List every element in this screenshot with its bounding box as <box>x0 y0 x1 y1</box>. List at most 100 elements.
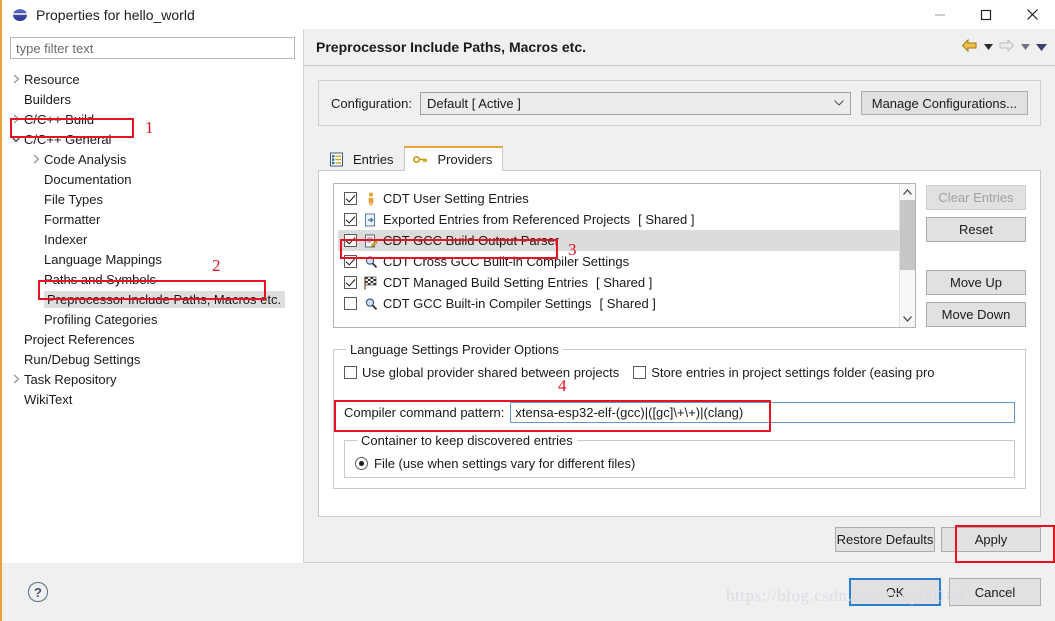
tree-item-label: Resource <box>24 71 80 87</box>
chevron-down-icon[interactable] <box>8 136 24 143</box>
restore-defaults-button[interactable]: Restore Defaults <box>835 527 935 552</box>
container-file-radio[interactable] <box>355 457 368 470</box>
provider-row[interactable]: CDT User Setting Entries <box>338 188 899 209</box>
page-title: Preprocessor Include Paths, Macros etc. <box>316 39 586 55</box>
chevron-right-icon[interactable] <box>28 154 44 164</box>
compiler-command-pattern-label: Compiler command pattern: <box>344 405 505 420</box>
provider-checkbox[interactable] <box>344 276 357 289</box>
help-question-icon[interactable]: ? <box>28 582 48 602</box>
tree-item-label: Task Repository <box>24 371 117 387</box>
provider-label: CDT GCC Built-in Compiler Settings <box>383 296 592 311</box>
page-nav-icons <box>961 38 1047 56</box>
chevron-up-icon[interactable] <box>900 184 916 200</box>
provider-checkbox[interactable] <box>344 234 357 247</box>
providers-scrollbar[interactable] <box>899 184 915 327</box>
back-dropdown-chevron-down-icon[interactable] <box>982 40 994 54</box>
provider-checkbox[interactable] <box>344 213 357 226</box>
checkered-flag-icon <box>363 275 379 291</box>
window-title: Properties for hello_world <box>36 6 195 23</box>
settings-tree[interactable]: Resource Builders C/C++ Build C/C++ General… <box>2 65 303 563</box>
forward-dropdown-chevron-down-icon[interactable] <box>1019 40 1031 54</box>
provider-row[interactable]: Exported Entries from Referenced Project… <box>338 209 899 230</box>
dialog-body: type filter text Resource Builders C/C++ B… <box>2 29 1055 563</box>
tree-item-code-analysis[interactable]: Code Analysis <box>2 149 303 169</box>
chevron-down-icon[interactable] <box>900 311 916 327</box>
tab-providers[interactable]: Providers <box>404 146 504 171</box>
provider-row[interactable]: CDT GCC Built-in Compiler Settings [ Shar… <box>338 293 899 314</box>
providers-list[interactable]: CDT User Setting Entries Exported Entries… <box>334 184 899 327</box>
back-arrow-icon[interactable] <box>961 38 978 56</box>
provider-row[interactable]: CDT Managed Build Setting Entries [ Share… <box>338 272 899 293</box>
provider-checkbox[interactable] <box>344 255 357 268</box>
tree-item-documentation[interactable]: Documentation <box>2 169 303 189</box>
providers-list-box: CDT User Setting Entries Exported Entries… <box>333 183 916 328</box>
provider-label: CDT Managed Build Setting Entries <box>383 275 588 290</box>
tab-label: Entries <box>353 152 394 167</box>
tree-item-label: Documentation <box>44 171 132 187</box>
provider-checkbox[interactable] <box>344 297 357 310</box>
export-icon <box>363 212 379 228</box>
tree-item-file-types[interactable]: File Types <box>2 189 303 209</box>
tree-item-language-mappings[interactable]: Language Mappings <box>2 249 303 269</box>
settings-tree-pane: type filter text Resource Builders C/C++ B… <box>2 29 304 563</box>
use-global-provider-label: Use global provider shared between proje… <box>362 365 620 380</box>
provider-label: CDT User Setting Entries <box>383 191 529 206</box>
tree-item-label: WikiText <box>24 391 73 407</box>
close-button[interactable] <box>1009 0 1055 29</box>
compiler-command-pattern-input[interactable]: xtensa-esp32-elf-(gcc)|([gc]\+\+)|(clang… <box>510 402 1015 423</box>
tree-item-label: Language Mappings <box>44 251 162 267</box>
tree-item-label: Profiling Categories <box>44 311 158 327</box>
manage-configurations-button[interactable]: Manage Configurations... <box>860 91 1028 115</box>
tree-item-paths-and-symbols[interactable]: Paths and Symbols <box>2 269 303 289</box>
provider-label: CDT Cross GCC Built-in Compiler Settings <box>383 254 630 269</box>
provider-row[interactable]: CDT Cross GCC Built-in Compiler Settings <box>338 251 899 272</box>
use-global-provider-checkbox[interactable] <box>344 366 357 379</box>
maximize-button[interactable] <box>963 0 1009 29</box>
minimize-button[interactable] <box>917 0 963 29</box>
container-file-radio-row[interactable]: File (use when settings vary for differe… <box>355 456 1004 471</box>
apply-button[interactable]: Apply <box>941 527 1041 552</box>
tree-item-builders[interactable]: Builders <box>2 89 303 109</box>
providers-side-buttons: Clear Entries Reset Move Up Move Down <box>926 183 1026 328</box>
tree-item-profiling-categories[interactable]: Profiling Categories <box>2 309 303 329</box>
tree-item-task-repository[interactable]: Task Repository <box>2 369 303 389</box>
tree-item-resource[interactable]: Resource <box>2 69 303 89</box>
scrollbar-thumb[interactable] <box>899 200 915 270</box>
reset-button[interactable]: Reset <box>926 217 1026 242</box>
scrollbar-track[interactable] <box>899 200 915 311</box>
eclipse-globe-icon <box>12 7 28 23</box>
tree-item-wikitext[interactable]: WikiText <box>2 389 303 409</box>
chevron-right-icon[interactable] <box>8 374 24 384</box>
filter-input[interactable]: type filter text <box>10 37 295 59</box>
move-down-button[interactable]: Move Down <box>926 302 1026 327</box>
tree-item-label: Code Analysis <box>44 151 127 167</box>
tree-item-project-references[interactable]: Project References <box>2 329 303 349</box>
tab-entries[interactable]: Entries <box>320 147 404 171</box>
tree-item-label: Project References <box>24 331 135 347</box>
tree-item-c-c-general[interactable]: C/C++ General <box>2 129 303 149</box>
tree-item-formatter[interactable]: Formatter <box>2 209 303 229</box>
tree-item-indexer[interactable]: Indexer <box>2 229 303 249</box>
chevron-right-icon[interactable] <box>8 114 24 124</box>
tree-item-c-c-build[interactable]: C/C++ Build <box>2 109 303 129</box>
move-up-button[interactable]: Move Up <box>926 270 1026 295</box>
tree-item-label: File Types <box>44 191 104 207</box>
dialog-footer: ? OK Cancel <box>2 563 1055 621</box>
page-header: Preprocessor Include Paths, Macros etc. <box>304 29 1055 66</box>
provider-checkbox[interactable] <box>344 192 357 205</box>
ok-button[interactable]: OK <box>849 578 941 606</box>
provider-label: Exported Entries from Referenced Project… <box>383 212 631 227</box>
settings-page-pane: Preprocessor Include Paths, Macros etc. <box>304 29 1055 563</box>
button-gap <box>926 249 1026 263</box>
provider-row[interactable]: CDT GCC Build Output Parser <box>338 230 899 251</box>
tab-label: Providers <box>437 151 493 167</box>
dialog-footer-buttons: OK Cancel <box>849 578 1041 606</box>
tree-item-run-debug-settings[interactable]: Run/Debug Settings <box>2 349 303 369</box>
tree-item-label: C/C++ General <box>24 131 112 147</box>
chevron-right-icon[interactable] <box>8 74 24 84</box>
tree-item-preprocessor-include-paths-macros-etc[interactable]: Preprocessor Include Paths, Macros etc. <box>2 289 303 309</box>
store-entries-checkbox[interactable] <box>633 366 647 379</box>
configuration-select[interactable]: Default [ Active ] <box>419 91 851 115</box>
page-menu-chevron-down-icon[interactable] <box>1035 40 1047 54</box>
cancel-button[interactable]: Cancel <box>949 578 1041 606</box>
